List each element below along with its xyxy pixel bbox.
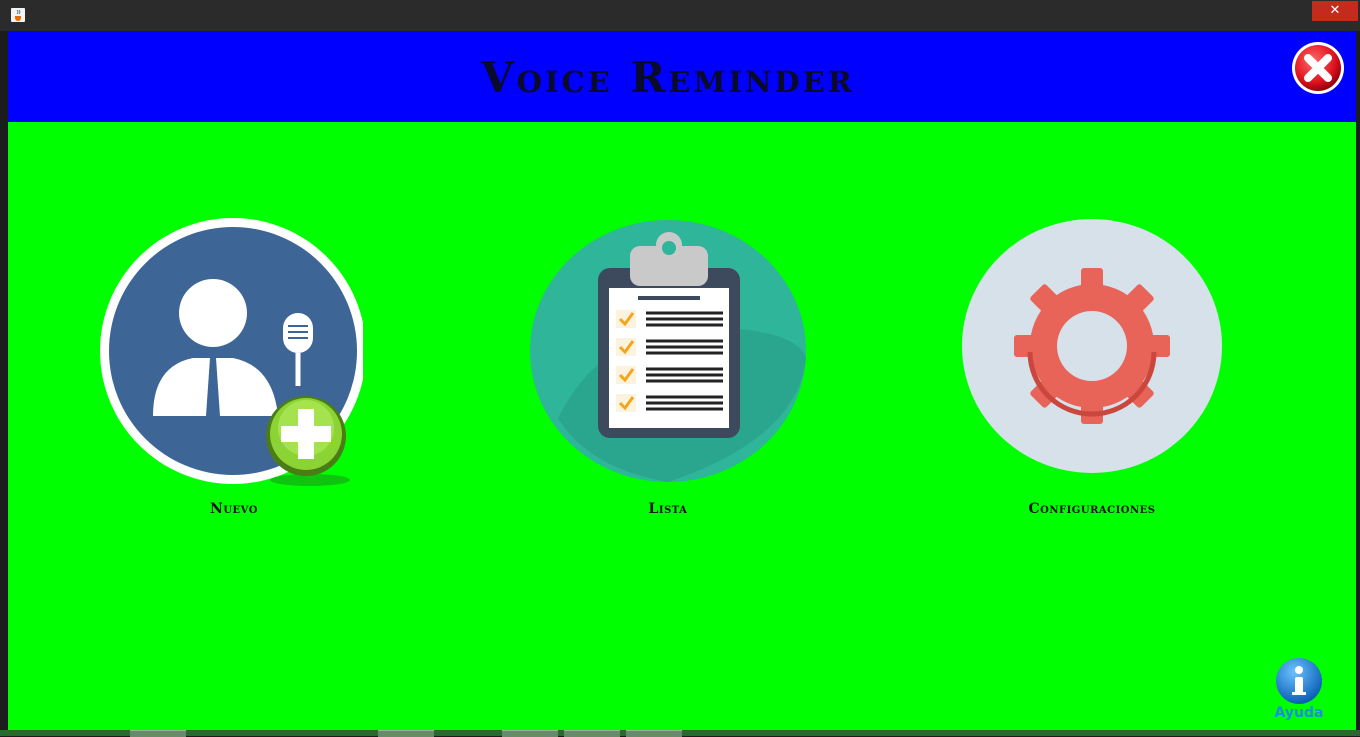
new-reminder-label[interactable]: Nuevo: [84, 501, 384, 517]
settings-button[interactable]: [961, 218, 1223, 474]
settings-label[interactable]: Configuraciones: [942, 501, 1242, 517]
gear-icon: [962, 219, 1222, 473]
java-icon: [11, 8, 25, 22]
app-title: Voice Reminder: [481, 53, 855, 102]
help-label: Ayuda: [1274, 705, 1324, 721]
header-bar: Voice Reminder: [8, 31, 1356, 122]
red-close-icon[interactable]: [1290, 40, 1346, 96]
app-frame: Voice Reminder Nuevo Lista Configuracion…: [8, 31, 1356, 730]
new-reminder-button[interactable]: [98, 218, 363, 488]
clipboard-checklist-icon: [530, 220, 806, 482]
info-icon: [1276, 658, 1322, 704]
taskbar: [0, 730, 1360, 737]
window-titlebar: ✕: [0, 0, 1360, 31]
window-close-button[interactable]: ✕: [1312, 1, 1358, 21]
user-microphone-add-icon: [100, 218, 363, 486]
help-button[interactable]: Ayuda: [1271, 657, 1327, 725]
list-label[interactable]: Lista: [518, 501, 818, 517]
list-button[interactable]: [528, 218, 808, 484]
